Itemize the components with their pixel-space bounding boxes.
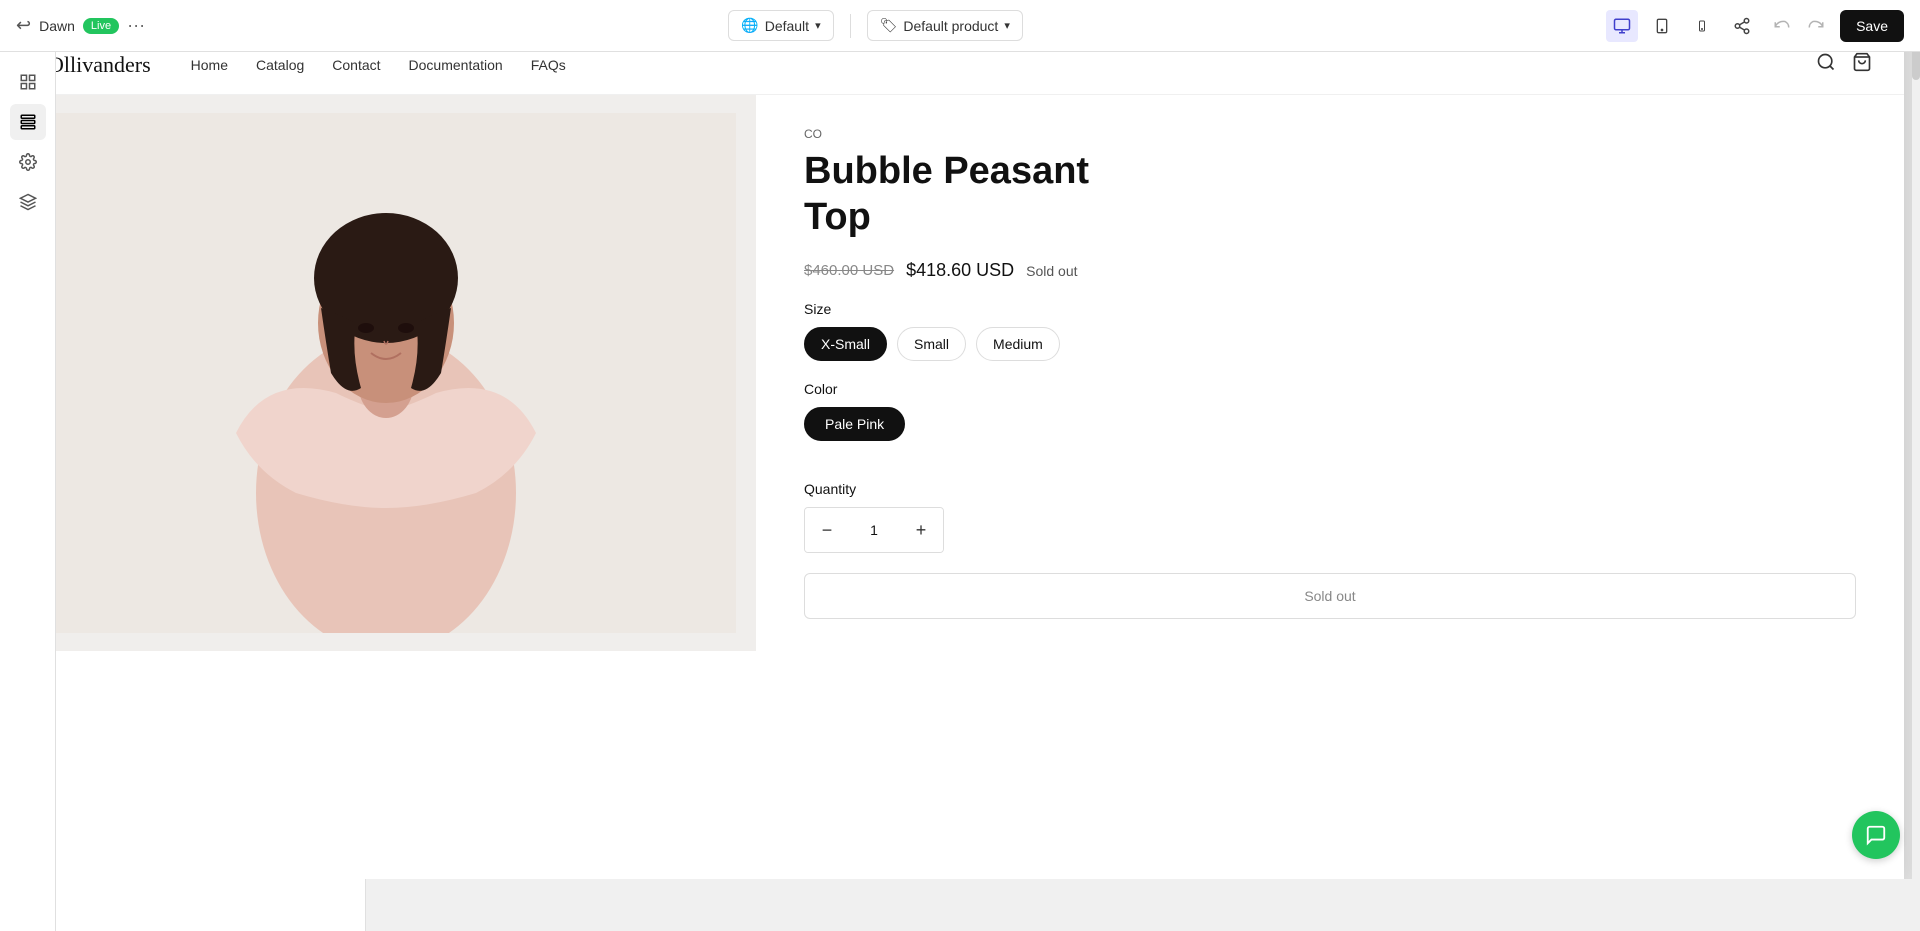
- product-pricing: $460.00 USD $418.60 USD Sold out: [804, 260, 1856, 281]
- color-pale-pink[interactable]: Pale Pink: [804, 407, 905, 441]
- nav-link-documentation[interactable]: Documentation: [409, 57, 503, 73]
- store-nav-links: Home Catalog Contact Documentation FAQs: [191, 57, 566, 73]
- quantity-selector: − 1 +: [804, 507, 944, 553]
- nav-link-faqs[interactable]: FAQs: [531, 57, 566, 73]
- size-label: Size: [804, 301, 1856, 317]
- redo-button[interactable]: [1800, 10, 1832, 42]
- product-image: [16, 95, 756, 651]
- right-scrollbar[interactable]: [1912, 0, 1920, 879]
- store-logo: Ollivanders: [48, 52, 151, 78]
- quantity-label: Quantity: [804, 481, 1856, 497]
- more-button[interactable]: ···: [127, 15, 145, 36]
- tablet-icon[interactable]: [1646, 10, 1678, 42]
- original-price: $460.00 USD: [804, 262, 894, 279]
- chevron-down-icon: ▾: [815, 19, 821, 32]
- color-label: Color: [804, 381, 1856, 397]
- apps-icon[interactable]: [10, 184, 46, 220]
- icon-bar: [0, 52, 56, 931]
- chat-button[interactable]: [1852, 811, 1900, 859]
- app-name-area: ↩ Dawn Live ···: [16, 15, 145, 36]
- nav-icon[interactable]: [10, 64, 46, 100]
- save-button[interactable]: Save: [1840, 10, 1904, 42]
- quantity-increase[interactable]: +: [899, 508, 943, 552]
- product-info: CO Bubble PeasantTop $460.00 USD $418.60…: [756, 95, 1904, 651]
- preview-area: Header Welcome to our store Ollivanders …: [0, 0, 1920, 879]
- topbar-right: Save: [1606, 10, 1904, 42]
- size-medium[interactable]: Medium: [976, 327, 1060, 361]
- live-badge: Live: [83, 18, 119, 34]
- add-to-cart-area: Sold out: [804, 573, 1856, 619]
- product-image-placeholder: [16, 95, 756, 651]
- desktop-icon[interactable]: [1606, 10, 1638, 42]
- nav-link-contact[interactable]: Contact: [332, 57, 380, 73]
- mobile-icon[interactable]: [1686, 10, 1718, 42]
- size-small[interactable]: Small: [897, 327, 966, 361]
- cart-icon[interactable]: [1852, 52, 1872, 78]
- app-name: Dawn: [39, 18, 75, 34]
- store-preview: Header Welcome to our store Ollivanders …: [16, 0, 1904, 879]
- product-dropdown[interactable]: 🏷 Default product ▾: [867, 10, 1023, 41]
- product-area: CO Bubble PeasantTop $460.00 USD $418.60…: [16, 95, 1904, 651]
- undo-button[interactable]: [1766, 10, 1798, 42]
- sale-price: $418.60 USD: [906, 260, 1014, 281]
- quantity-decrease[interactable]: −: [805, 508, 849, 552]
- size-variants: X-Small Small Medium: [804, 327, 1856, 361]
- search-icon[interactable]: [1816, 52, 1836, 78]
- sections-icon[interactable]: [10, 104, 46, 140]
- undo-redo: [1766, 10, 1832, 42]
- sold-out-badge: Sold out: [1026, 263, 1077, 279]
- share-icon[interactable]: [1726, 10, 1758, 42]
- back-icon[interactable]: ↩: [16, 15, 31, 36]
- settings-icon[interactable]: [10, 144, 46, 180]
- product-vendor: CO: [804, 127, 1856, 141]
- chevron-down-icon-2: ▾: [1004, 19, 1010, 32]
- size-xsmall[interactable]: X-Small: [804, 327, 887, 361]
- nav-link-catalog[interactable]: Catalog: [256, 57, 304, 73]
- topbar-separator: [850, 14, 851, 38]
- store-nav-icons: [1816, 52, 1872, 78]
- topbar-center: 🌐 Default ▾ 🏷 Default product ▾: [157, 10, 1594, 41]
- default-dropdown[interactable]: 🌐 Default ▾: [728, 10, 833, 41]
- topbar: ↩ Dawn Live ··· 🌐 Default ▾ 🏷 Default pr…: [0, 0, 1920, 52]
- quantity-value: 1: [849, 522, 899, 538]
- nav-link-home[interactable]: Home: [191, 57, 228, 73]
- product-title: Bubble PeasantTop: [804, 149, 1856, 240]
